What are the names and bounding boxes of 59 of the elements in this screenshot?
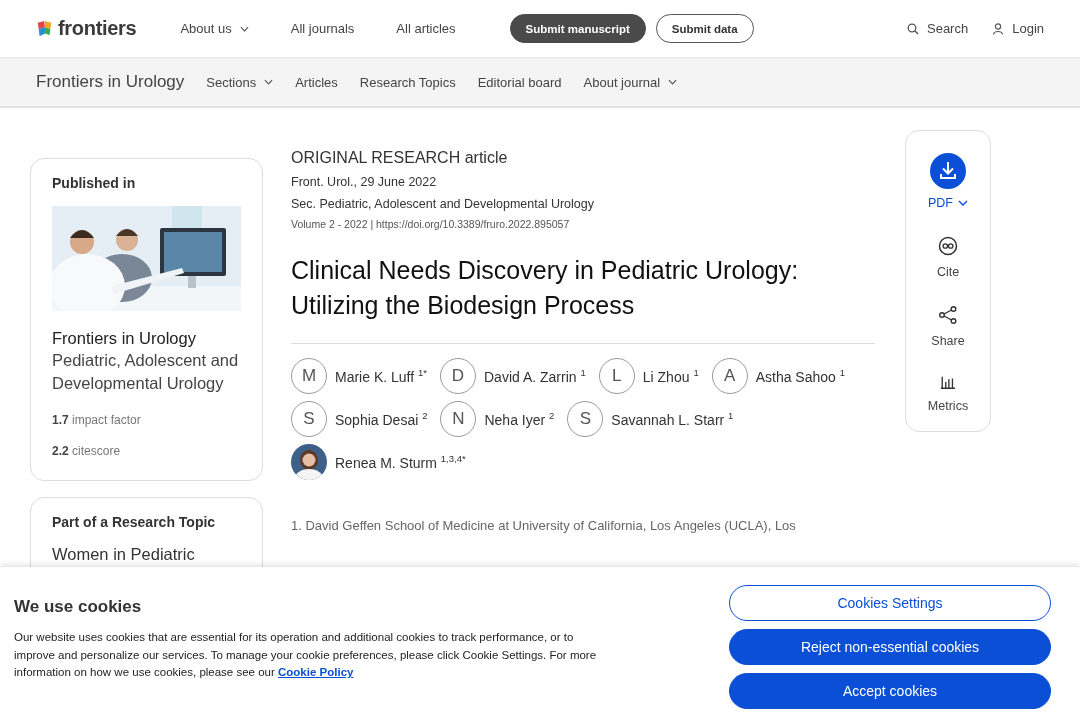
- action-label[interactable]: Share: [931, 334, 965, 348]
- metric-value: 2.2: [52, 444, 69, 458]
- caret-icon[interactable]: [239, 25, 249, 32]
- affiliation: 1. David Geffen School of Medicine at University of California, Los Angeles (UCLA), Los: [291, 518, 797, 533]
- bar-chart-icon[interactable]: [940, 374, 956, 390]
- journal-nav-link[interactable]: Editorial board: [477, 74, 562, 90]
- search-icon[interactable]: [907, 22, 919, 35]
- submit-button[interactable]: Submit data: [655, 14, 754, 43]
- author-name[interactable]: Astha Sahoo $^{1}$: [755, 367, 846, 385]
- author-name[interactable]: Neha Iyer $^{2}$: [484, 410, 555, 428]
- quote-icon[interactable]: [938, 236, 958, 256]
- caret-icon[interactable]: [958, 200, 968, 206]
- author-name[interactable]: Savannah L. Starr $^{1}$: [611, 410, 734, 428]
- cookie-button[interactable]: Reject non-essential cookies: [729, 629, 1051, 665]
- action-label[interactable]: Cite: [936, 265, 960, 279]
- download-icon[interactable]: [930, 153, 966, 189]
- cookie-button[interactable]: Cookies Settings: [729, 585, 1051, 621]
- author-name[interactable]: Marie K. Luff $^{1*}$: [335, 367, 427, 385]
- nav-link[interactable]: About us: [180, 21, 249, 36]
- logo[interactable]: frontiers: [36, 17, 137, 40]
- journal-nav-link[interactable]: Sections: [206, 74, 274, 90]
- nav-link[interactable]: All journals: [290, 21, 355, 36]
- action-label[interactable]: Metrics: [927, 399, 969, 413]
- nav-link[interactable]: All articles: [396, 21, 456, 36]
- logo-icon: [36, 18, 54, 39]
- journal-name[interactable]: Frontiers in Urology: [52, 327, 241, 349]
- article-type: ORIGINAL RESEARCH article: [291, 149, 509, 167]
- caret-icon[interactable]: [264, 79, 274, 85]
- section-link[interactable]: Sec. Pediatric, Adolescent and Developmental Urology: [291, 197, 875, 211]
- cookie-button[interactable]: Accept cookies: [729, 673, 1051, 709]
- share-icon[interactable]: [938, 305, 958, 325]
- search-link[interactable]: Search: [907, 21, 969, 36]
- author-name[interactable]: Li Zhou $^{1}$: [642, 367, 699, 385]
- publication-date: Front. Urol., 29 June 2022: [291, 175, 438, 189]
- metric-value: 1.7: [52, 413, 69, 427]
- cookie-title: We use cookies: [14, 597, 143, 617]
- article-title: Clinical Needs Discovery in Pediatric Urology: Utilizing the Biodesign Process: [291, 255, 800, 321]
- journal-title[interactable]: Frontiers in Urology: [36, 72, 185, 92]
- journal-nav-link[interactable]: Articles: [295, 74, 338, 90]
- metric-label: impact factor: [72, 413, 141, 427]
- card-heading: Part of a Research Topic: [52, 514, 217, 530]
- logo-text: frontiers: [58, 17, 137, 40]
- metric-label: citescore: [72, 444, 121, 458]
- caret-icon[interactable]: [668, 79, 678, 85]
- topic-title[interactable]: Women in Pediatric: [52, 545, 241, 564]
- login-link[interactable]: Login: [992, 21, 1044, 36]
- author-name[interactable]: David A. Zarrin $^{1}$: [484, 367, 586, 385]
- card-heading: Published in: [52, 175, 137, 191]
- journal-nav-link[interactable]: Research Topics: [359, 74, 456, 90]
- cookie-text: Our website uses cookies that are essential for its operation and additional cookies to track performance, or to improve and personalize our services. To manage your cookie preferences, please click Cookie Settings. For more information on how we use cookies, please see our Cookie Policy: [14, 630, 598, 680]
- journal-nav-link[interactable]: About journal: [583, 74, 678, 90]
- submit-button[interactable]: Submit manuscript: [509, 14, 646, 43]
- user-icon[interactable]: [992, 22, 1005, 35]
- volume-doi: Volume 2 - 2022 | https://doi.org/10.3389/fruro.2022.895057: [291, 218, 571, 230]
- section-name[interactable]: Pediatric, Adolescent and Developmental Urology: [52, 349, 241, 395]
- author-name[interactable]: Renea M. Sturm $^{1,3,4*}$: [335, 453, 466, 471]
- author-name[interactable]: Sophia Desai $^{2}$: [335, 410, 428, 428]
- pdf-button[interactable]: PDF: [928, 196, 968, 210]
- cookie-policy-link[interactable]: Cookie Policy: [278, 666, 354, 678]
